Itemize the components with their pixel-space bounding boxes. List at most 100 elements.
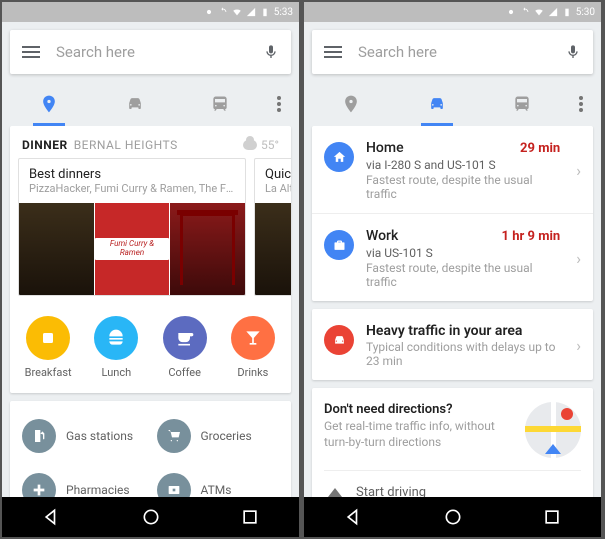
thumb-image: Fumi Curry & Ramen: [95, 203, 171, 295]
recents-button[interactable]: [240, 507, 260, 527]
menu-icon[interactable]: [22, 46, 40, 58]
route-via: via I-280 S and US-101 S: [366, 158, 560, 172]
carousel-sub: La Alt: [265, 182, 291, 195]
tab-explore[interactable]: [308, 82, 394, 126]
status-time: 5:33: [274, 7, 293, 18]
route-via: via US-101 S: [366, 246, 560, 260]
category-row: Breakfast Lunch Coffee Drinks: [10, 306, 291, 393]
android-nav: [2, 497, 299, 537]
cloud-icon: [243, 140, 257, 150]
battery-icon: [260, 7, 270, 17]
route-status: Fastest route, despite the usual traffic: [366, 173, 560, 201]
atm-icon: [166, 482, 182, 497]
route-status: Fastest route, despite the usual traffic: [366, 261, 560, 289]
carousel-title: Best dinners: [29, 167, 235, 182]
tab-drive[interactable]: [394, 82, 480, 126]
wifi-icon: [232, 7, 242, 17]
category-drinks[interactable]: Drinks: [223, 316, 283, 379]
tab-more[interactable]: [565, 82, 597, 126]
thumb-image: [19, 203, 95, 295]
mini-map-icon: [525, 402, 581, 458]
pharmacy-icon: [31, 482, 47, 497]
home-button[interactable]: [443, 507, 463, 527]
status-time: 5:30: [576, 7, 595, 18]
cocktail-icon: [243, 328, 263, 348]
service-gas[interactable]: Gas stations: [16, 409, 151, 463]
dinner-label: DINNER: [22, 138, 68, 152]
mic-icon[interactable]: [263, 44, 279, 60]
burger-icon: [106, 328, 126, 348]
signal-icon: [548, 7, 558, 17]
tab-bar: [2, 82, 299, 126]
search-bar[interactable]: Search here: [312, 30, 593, 74]
service-pharmacies[interactable]: Pharmacies: [16, 463, 151, 497]
carousel-sub: PizzaHacker, Fumi Curry & Ramen, The Fro…: [29, 182, 235, 195]
search-placeholder: Search here: [358, 43, 565, 61]
traffic-card[interactable]: Heavy traffic in your area Typical condi…: [312, 309, 593, 380]
service-atms[interactable]: ATMs: [151, 463, 286, 497]
gas-icon: [31, 428, 47, 444]
thumb-image: [255, 203, 291, 295]
location-icon: [204, 7, 214, 17]
content-drive: Home29 min via I-280 S and US-101 S Fast…: [304, 126, 601, 497]
category-coffee[interactable]: Coffee: [155, 316, 215, 379]
location-icon: [506, 7, 516, 17]
eta: 1 hr 9 min: [502, 229, 561, 244]
driving-mode-card: Don't need directions? Get real-time tra…: [312, 388, 593, 497]
signal-icon: [246, 7, 256, 17]
briefcase-icon: [332, 238, 347, 253]
home-button[interactable]: [141, 507, 161, 527]
tab-explore[interactable]: [6, 82, 92, 126]
info-title: Don't need directions?: [324, 402, 515, 417]
status-bar: 5:33: [2, 2, 299, 22]
chevron-right-icon: ›: [576, 249, 581, 268]
wifi-icon: [534, 7, 544, 17]
status-bar: 5:30: [304, 2, 601, 22]
coffee-icon: [175, 328, 195, 348]
navigate-icon: [328, 488, 342, 497]
tab-drive[interactable]: [92, 82, 178, 126]
thumb-image: [170, 203, 245, 295]
chevron-right-icon: ›: [576, 336, 581, 355]
eta: 29 min: [520, 141, 560, 156]
start-driving-button[interactable]: Start driving: [324, 470, 581, 497]
phone-drive: 5:30 Search here Home29 min via I-280 S …: [304, 2, 601, 537]
sync-icon: [520, 7, 530, 17]
recents-button[interactable]: [542, 507, 562, 527]
services-card: Gas stations Groceries Pharmacies ATMs: [10, 401, 291, 497]
dinner-carousel[interactable]: Best dinners PizzaHacker, Fumi Curry & R…: [10, 158, 291, 306]
bread-icon: [38, 328, 58, 348]
tab-more[interactable]: [263, 82, 295, 126]
sync-icon: [218, 7, 228, 17]
cart-icon: [166, 428, 182, 444]
search-placeholder: Search here: [56, 43, 263, 61]
traffic-icon: [332, 333, 347, 348]
mic-icon[interactable]: [565, 44, 581, 60]
weather: 55°: [243, 138, 279, 152]
phone-explore: 5:33 Search here DINNER BERNAL HEIGHTS 5…: [2, 2, 299, 537]
carousel-card-quick[interactable]: Quick La Alt: [254, 158, 291, 296]
back-button[interactable]: [42, 507, 62, 527]
search-bar[interactable]: Search here: [10, 30, 291, 74]
category-lunch[interactable]: Lunch: [86, 316, 146, 379]
chevron-right-icon: ›: [576, 161, 581, 180]
category-breakfast[interactable]: Breakfast: [18, 316, 78, 379]
destination-home[interactable]: Home29 min via I-280 S and US-101 S Fast…: [312, 126, 593, 213]
menu-icon[interactable]: [324, 46, 342, 58]
content-explore: DINNER BERNAL HEIGHTS 55° Best dinners P…: [2, 126, 299, 497]
info-sub: Get real-time traffic info, without turn…: [324, 419, 515, 450]
tab-transit[interactable]: [177, 82, 263, 126]
dinner-card: DINNER BERNAL HEIGHTS 55° Best dinners P…: [10, 126, 291, 393]
tab-transit[interactable]: [479, 82, 565, 126]
carousel-title: Quick: [265, 167, 291, 182]
home-icon: [332, 150, 347, 165]
tab-bar: [304, 82, 601, 126]
battery-icon: [562, 7, 572, 17]
dinner-area: BERNAL HEIGHTS: [74, 138, 178, 152]
destinations-card: Home29 min via I-280 S and US-101 S Fast…: [312, 126, 593, 301]
back-button[interactable]: [344, 507, 364, 527]
service-groceries[interactable]: Groceries: [151, 409, 286, 463]
destination-work[interactable]: Work1 hr 9 min via US-101 S Fastest rout…: [312, 213, 593, 301]
carousel-card-best-dinners[interactable]: Best dinners PizzaHacker, Fumi Curry & R…: [18, 158, 246, 296]
android-nav: [304, 497, 601, 537]
